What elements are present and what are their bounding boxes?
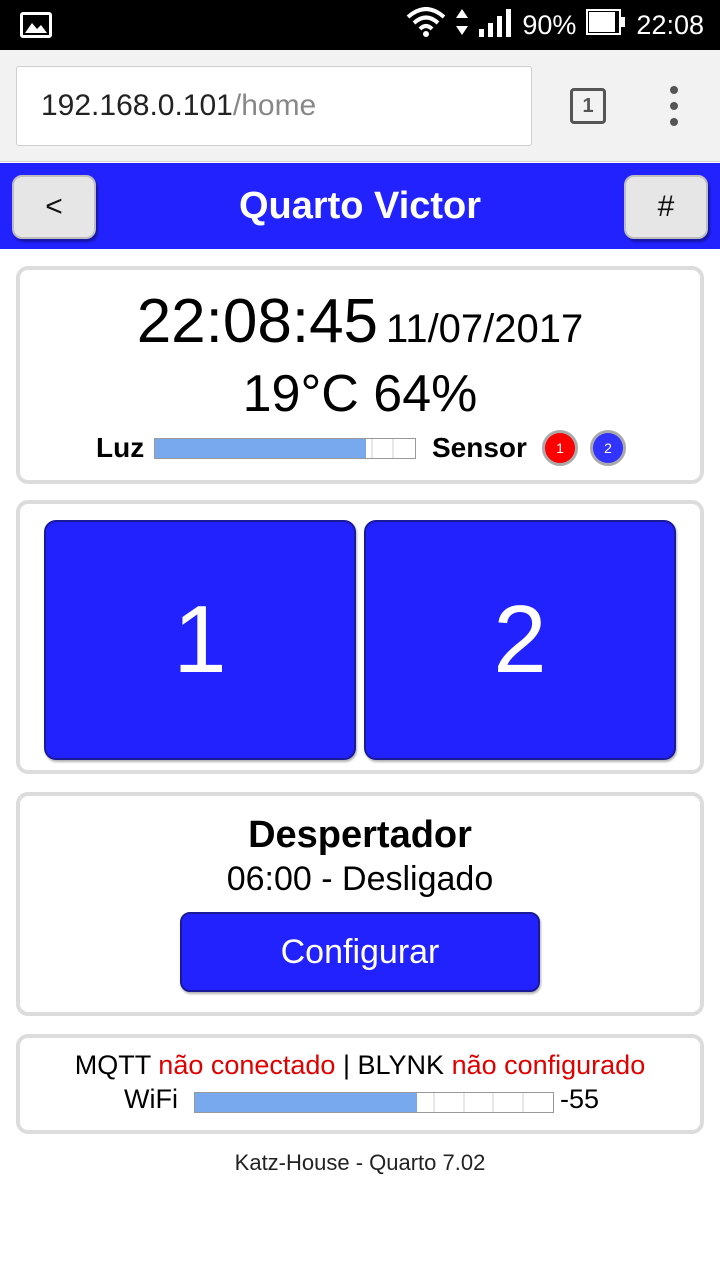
connection-status: MQTT não conectado | BLYNK não configura…	[20, 1050, 700, 1081]
app-header: < Quarto Victor #	[0, 163, 720, 249]
menu-button[interactable]: #	[624, 175, 708, 239]
alarm-card: Despertador 06:00 - Desligado Configurar	[16, 792, 704, 1016]
sensor-2-indicator: 2	[590, 430, 626, 466]
page-title: Quarto Victor	[238, 184, 482, 227]
status-bar: 90% 22:08	[0, 0, 720, 50]
status-separator: |	[342, 1050, 350, 1080]
tab-switcher-button[interactable]: 1	[570, 88, 606, 124]
blynk-status: não configurado	[451, 1050, 646, 1080]
mqtt-status: não conectado	[158, 1050, 336, 1080]
battery-icon	[586, 8, 626, 43]
sensor-1-indicator: 1	[542, 430, 578, 466]
browser-toolbar: 192.168.0.101/home 1	[0, 50, 720, 162]
url-host: 192.168.0.101	[41, 89, 233, 122]
wifi-label: WiFi	[124, 1084, 178, 1114]
wifi-signal-bar	[194, 1092, 554, 1113]
wifi-icon	[406, 6, 446, 44]
status-clock: 22:08	[636, 9, 704, 40]
switch-2-button[interactable]: 2	[364, 520, 676, 760]
luz-level-ticks	[371, 439, 394, 458]
luz-label: Luz	[96, 432, 145, 463]
url-path: /home	[232, 89, 317, 122]
switches-card: 1 2	[16, 500, 704, 774]
sensor-label: Sensor	[432, 432, 527, 463]
footer-version: Katz-House - Quarto 7.02	[234, 1150, 486, 1175]
overflow-menu-icon[interactable]	[662, 86, 686, 126]
mqtt-label: MQTT	[74, 1050, 151, 1080]
luz-level-bar	[154, 438, 416, 459]
blynk-label: BLYNK	[357, 1050, 445, 1080]
alarm-status: 06:00 - Desligado	[226, 860, 494, 898]
datetime-row: 22:08:45 11/07/2017	[20, 286, 700, 357]
configure-button[interactable]: Configurar	[180, 912, 540, 992]
gallery-icon	[20, 12, 52, 38]
current-date: 11/07/2017	[386, 307, 584, 351]
info-card: 22:08:45 11/07/2017 19°C 64% Luz Sensor 1…	[16, 266, 704, 484]
url-bar[interactable]: 192.168.0.101/home	[16, 66, 532, 146]
back-button[interactable]: <	[12, 175, 96, 239]
battery-percent: 90%	[522, 9, 577, 40]
current-time: 22:08:45	[136, 287, 379, 356]
wifi-signal-ticks	[433, 1093, 524, 1112]
switch-1-button[interactable]: 1	[44, 520, 356, 760]
signal-icon	[478, 7, 512, 44]
wifi-signal-value: -55	[560, 1084, 600, 1114]
temperature-humidity: 19°C 64%	[242, 365, 478, 423]
alarm-title: Despertador	[248, 814, 472, 856]
data-arrows-icon	[456, 8, 469, 42]
connection-card: MQTT não conectado | BLYNK não configura…	[16, 1034, 704, 1134]
